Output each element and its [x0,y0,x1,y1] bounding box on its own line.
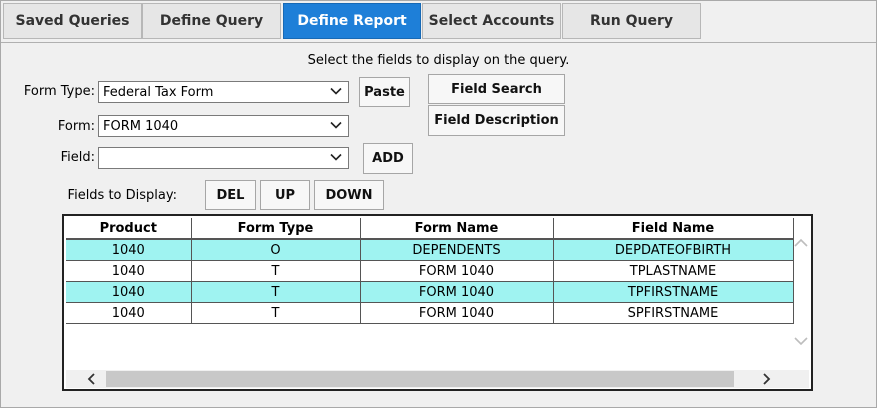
move-down-button[interactable]: DOWN [314,180,384,210]
tab-saved-queries[interactable]: Saved Queries [3,3,142,39]
cell-product: 1040 [66,260,192,282]
form-value: FORM 1040 [103,118,179,134]
delete-button[interactable]: DEL [205,180,256,210]
field-description-button[interactable]: Field Description [428,105,565,136]
form-type-label: Form Type: [23,84,95,99]
cell-form-name: FORM 1040 [360,260,554,282]
tab-select-accounts[interactable]: Select Accounts [422,3,561,39]
column-header-form-type[interactable]: Form Type [191,218,361,240]
cell-field-name: TPFIRSTNAME [553,281,794,303]
scrollbar-thumb[interactable] [106,371,734,387]
query-window: Saved Queries Define Query Define Report… [0,0,877,408]
cell-field-name: TPLASTNAME [553,260,794,282]
paste-button[interactable]: Paste [359,77,410,107]
fields-table: Product Form Type Form Name Field Name 1… [66,218,794,324]
table-row[interactable]: 1040 O DEPENDENTS DEPDATEOFBIRTH [66,239,794,261]
table-header-row: Product Form Type Form Name Field Name [66,218,794,240]
form-type-select[interactable]: Federal Tax Form [98,81,349,103]
tab-run-query[interactable]: Run Query [562,3,701,39]
cell-product: 1040 [66,239,192,261]
tab-bar: Saved Queries Define Query Define Report… [1,1,876,43]
column-header-product[interactable]: Product [66,218,192,240]
cell-field-name: DEPDATEOFBIRTH [553,239,794,261]
column-header-form-name[interactable]: Form Name [360,218,554,240]
form-label: Form: [57,119,95,134]
add-button[interactable]: ADD [363,143,413,174]
form-type-value: Federal Tax Form [103,84,214,100]
cell-form-name: FORM 1040 [360,281,554,303]
cell-product: 1040 [66,302,192,324]
field-search-button[interactable]: Field Search [428,74,565,104]
chevron-down-icon [330,121,342,129]
tab-define-report[interactable]: Define Report [283,3,421,39]
cell-form-type: T [191,302,361,324]
cell-form-type: T [191,281,361,303]
field-label: Field: [60,150,95,165]
table-row[interactable]: 1040 T FORM 1040 SPFIRSTNAME [66,302,794,324]
scroll-up-arrow-icon[interactable] [793,236,809,250]
tab-define-query[interactable]: Define Query [142,3,281,39]
cell-field-name: SPFIRSTNAME [553,302,794,324]
fields-grid: Product Form Type Form Name Field Name 1… [62,214,813,391]
column-header-field-name[interactable]: Field Name [553,218,794,240]
move-up-button[interactable]: UP [260,180,310,210]
fields-to-display-label: Fields to Display: [67,188,177,203]
cell-form-type: T [191,260,361,282]
scroll-left-arrow-icon[interactable] [86,373,98,385]
table-row[interactable]: 1040 T FORM 1040 TPFIRSTNAME [66,281,794,303]
table-row[interactable]: 1040 T FORM 1040 TPLASTNAME [66,260,794,282]
cell-form-name: DEPENDENTS [360,239,554,261]
field-select[interactable] [98,147,349,169]
scroll-right-arrow-icon[interactable] [760,373,772,385]
instruction-text: Select the fields to display on the quer… [307,53,570,68]
scroll-down-arrow-icon[interactable] [793,334,809,348]
cell-product: 1040 [66,281,192,303]
form-select[interactable]: FORM 1040 [98,115,349,137]
chevron-down-icon [330,153,342,161]
cell-form-type: O [191,239,361,261]
horizontal-scrollbar[interactable] [66,370,809,388]
chevron-down-icon [330,87,342,95]
cell-form-name: FORM 1040 [360,302,554,324]
